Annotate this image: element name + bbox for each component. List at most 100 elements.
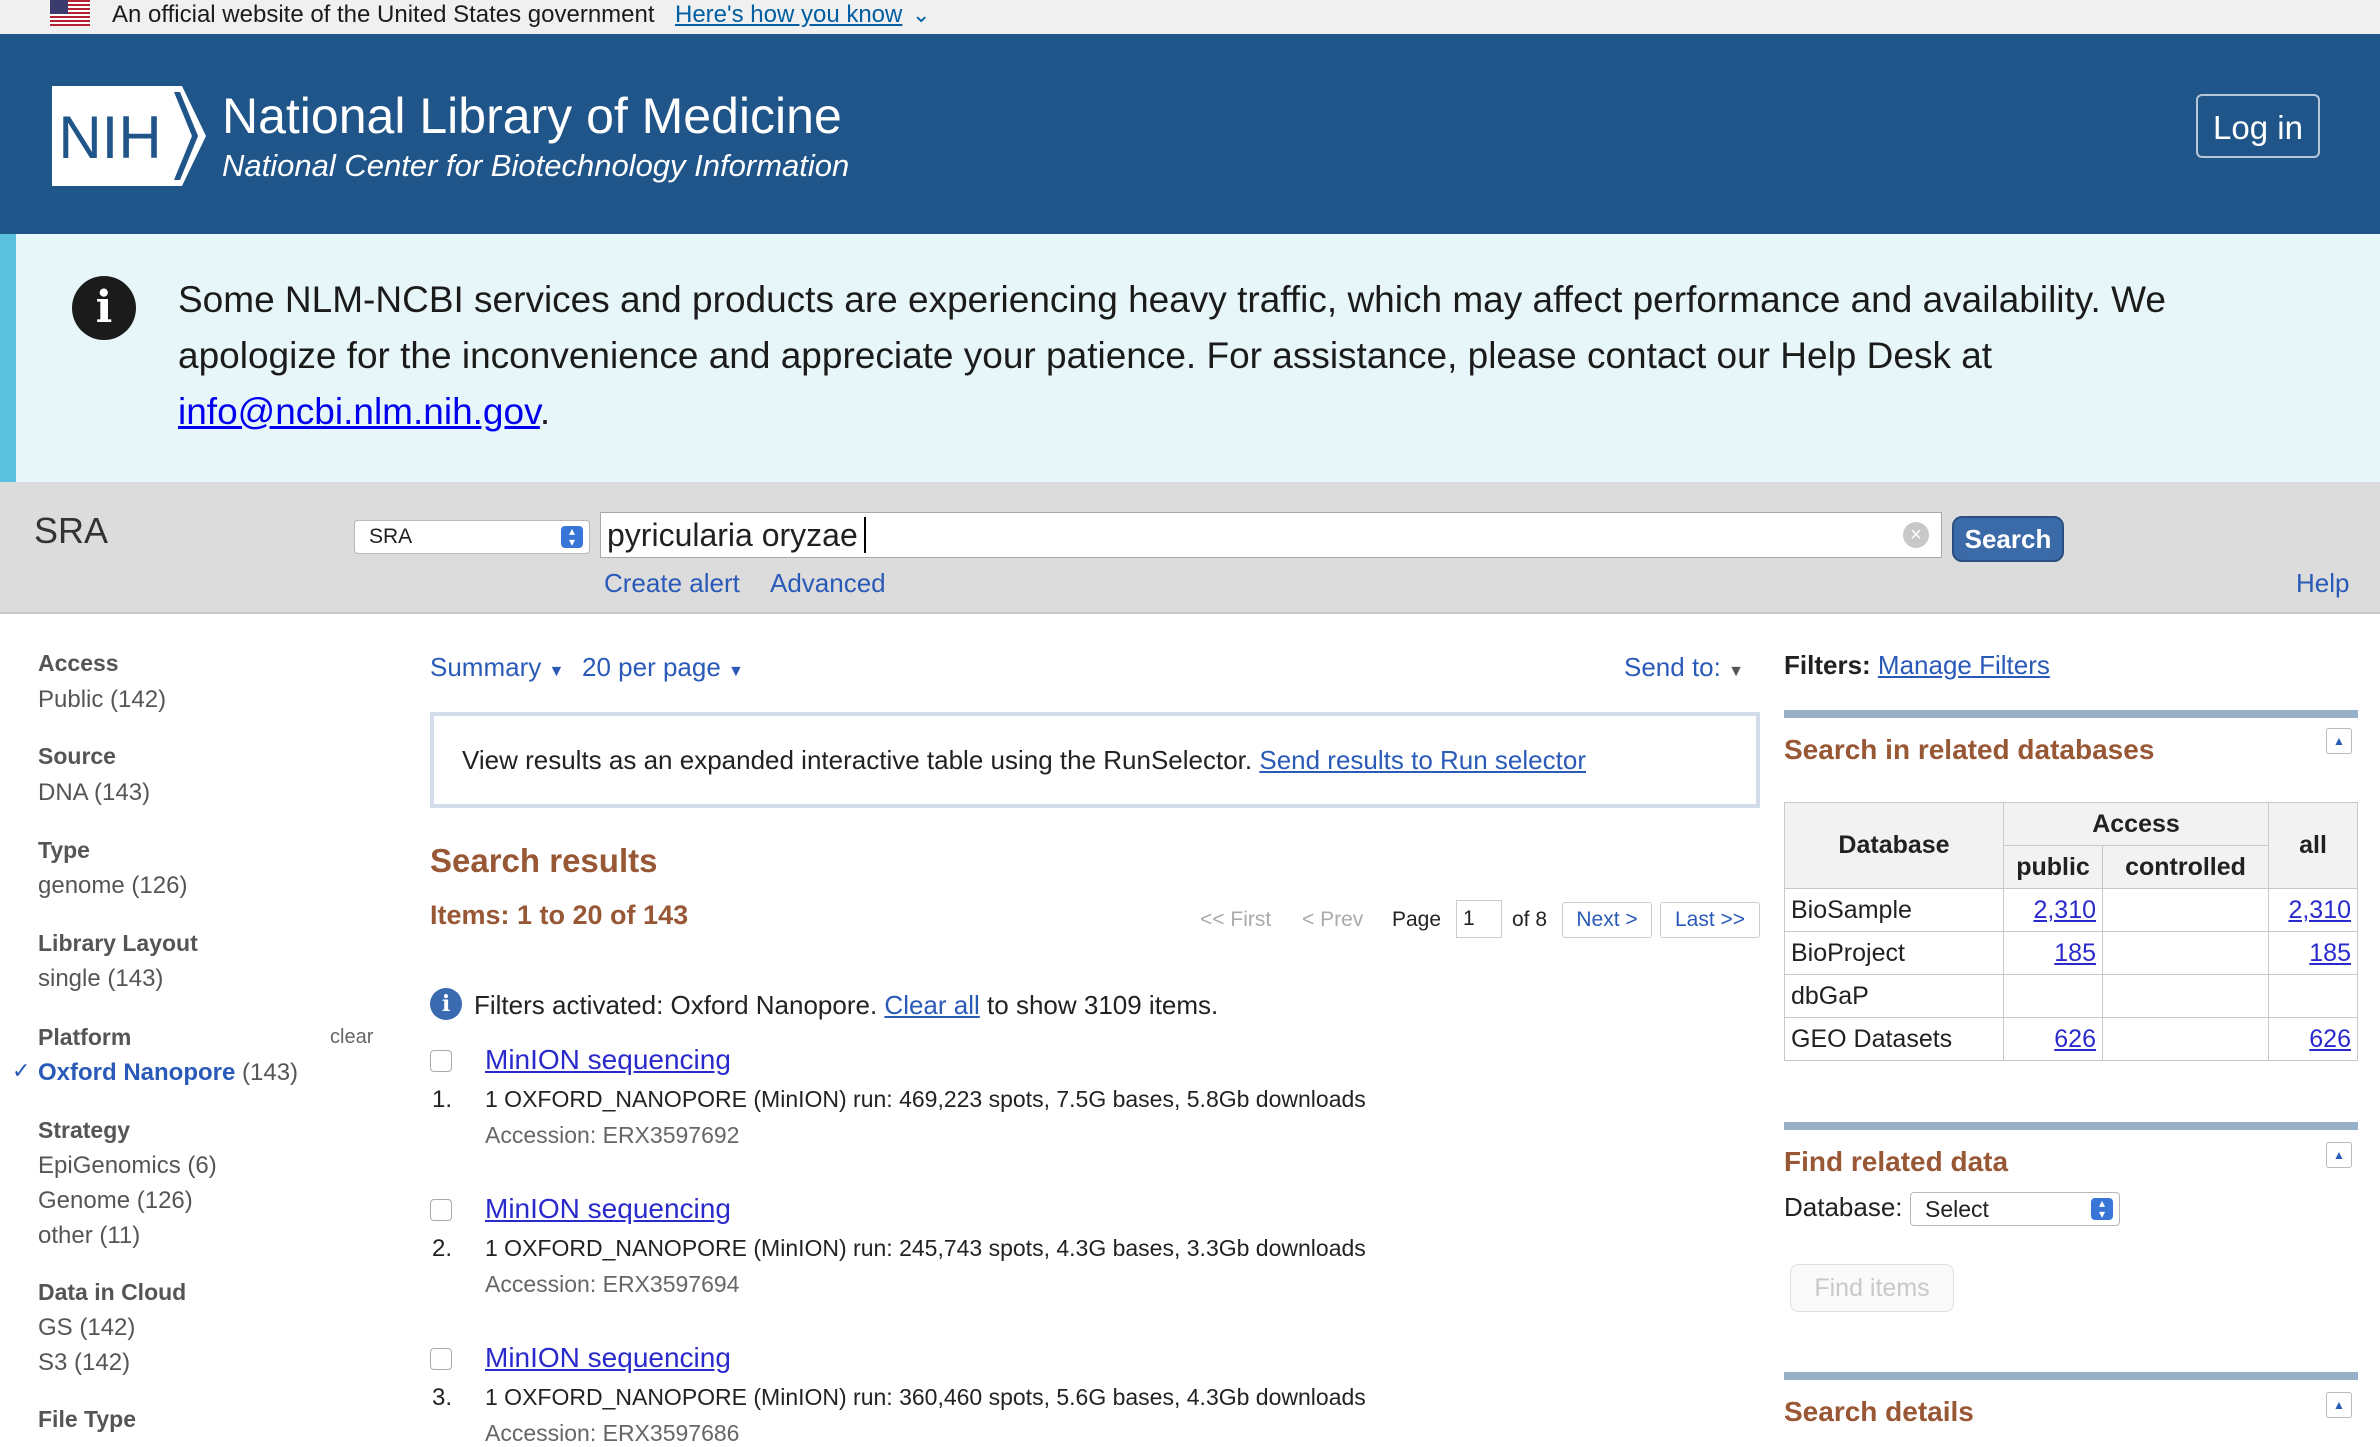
column-header-all: all	[2268, 802, 2358, 889]
send-to-menu[interactable]: Send to: ▼	[1624, 652, 1744, 683]
database-title: SRA	[34, 510, 109, 551]
facet-count: (142)	[79, 1314, 136, 1341]
page-number-input[interactable]: 1	[1456, 900, 1502, 938]
gov-banner: An official website of the United States…	[0, 0, 2380, 34]
gov-banner-text: An official website of the United States…	[112, 1, 655, 28]
alert-accent-bar	[0, 234, 16, 482]
table-row: GEO Datasets 626 626	[1784, 1017, 2358, 1061]
search-input[interactable]: pyricularia oryzae ×	[600, 512, 1942, 558]
result-title-link[interactable]: MinION sequencing	[485, 1044, 731, 1076]
collapse-toggle-icon[interactable]: ▲	[2326, 1142, 2352, 1168]
result-description: 1 OXFORD_NANOPORE (MinION) run: 245,743 …	[485, 1235, 1366, 1261]
manage-filters-link[interactable]: Manage Filters	[1878, 650, 2050, 680]
result-description: 1 OXFORD_NANOPORE (MinION) run: 360,460 …	[485, 1384, 1366, 1410]
cell-all: 185	[2268, 931, 2358, 975]
search-button[interactable]: Search	[1952, 516, 2064, 562]
clear-search-icon[interactable]: ×	[1903, 522, 1929, 548]
checkmark-icon: ✓	[12, 1058, 31, 1083]
facet-cloud-gs[interactable]: GS (142)	[38, 1314, 135, 1342]
result-checkbox[interactable]	[430, 1348, 452, 1370]
facet-type-genome[interactable]: genome (126)	[38, 872, 187, 900]
filters-activated-message: i Filters activated: Oxford Nanopore. Cl…	[430, 988, 1330, 1024]
create-alert-link[interactable]: Create alert	[604, 568, 740, 599]
nih-logo[interactable]: NIH	[52, 86, 208, 186]
result-checkbox[interactable]	[430, 1199, 452, 1221]
facet-access-public[interactable]: Public (142)	[38, 686, 166, 714]
cell-all: 626	[2268, 1017, 2358, 1061]
facet-label: S3	[38, 1349, 68, 1376]
facet-count: (11)	[99, 1222, 141, 1249]
clear-all-link[interactable]: Clear all	[884, 990, 979, 1020]
count-link[interactable]: 626	[2309, 1025, 2351, 1053]
site-title[interactable]: National Library of Medicine	[222, 86, 842, 146]
pager-of-total: of 8	[1512, 908, 1548, 931]
send-to-label: Send to:	[1624, 652, 1721, 682]
caret-down-icon: ▼	[1728, 663, 1744, 680]
summary-label: Summary	[430, 652, 542, 682]
result-number: 2.	[432, 1235, 453, 1262]
cell-database: dbGaP	[1784, 974, 2004, 1018]
facet-count: (143)	[242, 1059, 299, 1086]
pager-last-button[interactable]: Last >>	[1660, 902, 1760, 938]
platform-clear-link[interactable]: clear	[330, 1026, 373, 1049]
result-accession: Accession: ERX3597692	[485, 1122, 740, 1148]
column-header-controlled: controlled	[2102, 845, 2269, 889]
facet-title-data-in-cloud: Data in Cloud	[38, 1279, 187, 1305]
find-items-button[interactable]: Find items	[1790, 1264, 1954, 1312]
send-to-run-selector-link[interactable]: Send results to Run selector	[1259, 745, 1586, 775]
result-checkbox[interactable]	[430, 1050, 452, 1072]
help-link[interactable]: Help	[2296, 568, 2349, 599]
pager-next-button[interactable]: Next >	[1562, 902, 1652, 938]
cell-public: 185	[2003, 931, 2103, 975]
count-link[interactable]: 2,310	[2033, 896, 2096, 924]
count-link[interactable]: 2,310	[2288, 896, 2351, 924]
database-select[interactable]: SRA ▴ ▾	[354, 520, 590, 554]
facet-layout-single[interactable]: single (143)	[38, 965, 163, 993]
table-row: BioSample 2,310 2,310	[1784, 888, 2358, 932]
pager-prev[interactable]: < Prev	[1302, 908, 1363, 932]
find-related-data-title: Find related data	[1784, 1146, 2009, 1177]
login-button[interactable]: Log in	[2196, 94, 2320, 158]
result-accession: Accession: ERX3597694	[485, 1271, 740, 1297]
filters-activated-text: Filters activated: Oxford Nanopore. Clea…	[474, 990, 1218, 1021]
result-title-link[interactable]: MinION sequencing	[485, 1193, 731, 1225]
facet-label: Public	[38, 686, 104, 713]
collapse-toggle-icon[interactable]: ▲	[2326, 728, 2352, 754]
facet-count: (6)	[187, 1152, 217, 1179]
cell-public	[2003, 974, 2103, 1018]
collapse-toggle-icon[interactable]: ▲	[2326, 1392, 2352, 1418]
summary-format-menu[interactable]: Summary ▼	[430, 652, 564, 683]
nih-logo-icon: NIH	[52, 86, 206, 186]
alert-message: Some NLM-NCBI services and products are …	[178, 272, 2308, 440]
column-header-public: public	[2003, 845, 2103, 889]
advanced-search-link[interactable]: Advanced	[770, 568, 886, 599]
facet-platform-oxford-nanopore[interactable]: Oxford Nanopore (143)	[38, 1059, 298, 1087]
facet-strategy-epigenomics[interactable]: EpiGenomics (6)	[38, 1152, 217, 1180]
caret-down-icon: ▼	[728, 663, 744, 680]
facet-title-type: Type	[38, 837, 90, 863]
count-link[interactable]: 626	[2054, 1025, 2096, 1053]
help-desk-email-link[interactable]: info@ncbi.nlm.nih.gov	[178, 391, 540, 432]
cell-controlled	[2102, 974, 2269, 1018]
how-you-know-link[interactable]: Here's how you know	[675, 0, 902, 30]
pager-first[interactable]: << First	[1200, 908, 1271, 932]
facet-cloud-s3[interactable]: S3 (142)	[38, 1349, 130, 1377]
cell-database: BioProject	[1784, 931, 2004, 975]
facet-source-dna[interactable]: DNA (143)	[38, 779, 150, 807]
column-header-access: Access	[2003, 802, 2269, 846]
facet-strategy-genome[interactable]: Genome (126)	[38, 1187, 193, 1215]
chevron-down-icon[interactable]: ⌄	[912, 2, 930, 28]
count-link[interactable]: 185	[2054, 939, 2096, 967]
cell-public: 626	[2003, 1017, 2103, 1061]
per-page-menu[interactable]: 20 per page ▼	[582, 652, 744, 683]
facet-strategy-other[interactable]: other (11)	[38, 1222, 140, 1250]
related-database-select[interactable]: Select ▴ ▾	[1910, 1192, 2120, 1226]
filters-header: Filters: Manage Filters	[1784, 650, 2050, 681]
facet-label: genome	[38, 872, 125, 899]
database-select-value: SRA	[369, 525, 413, 548]
table-header-row: Database Access all	[1784, 802, 2358, 889]
result-title-link[interactable]: MinION sequencing	[485, 1342, 731, 1374]
facet-count: (126)	[136, 1187, 193, 1214]
count-link[interactable]: 185	[2309, 939, 2351, 967]
table-row: dbGaP	[1784, 974, 2358, 1018]
